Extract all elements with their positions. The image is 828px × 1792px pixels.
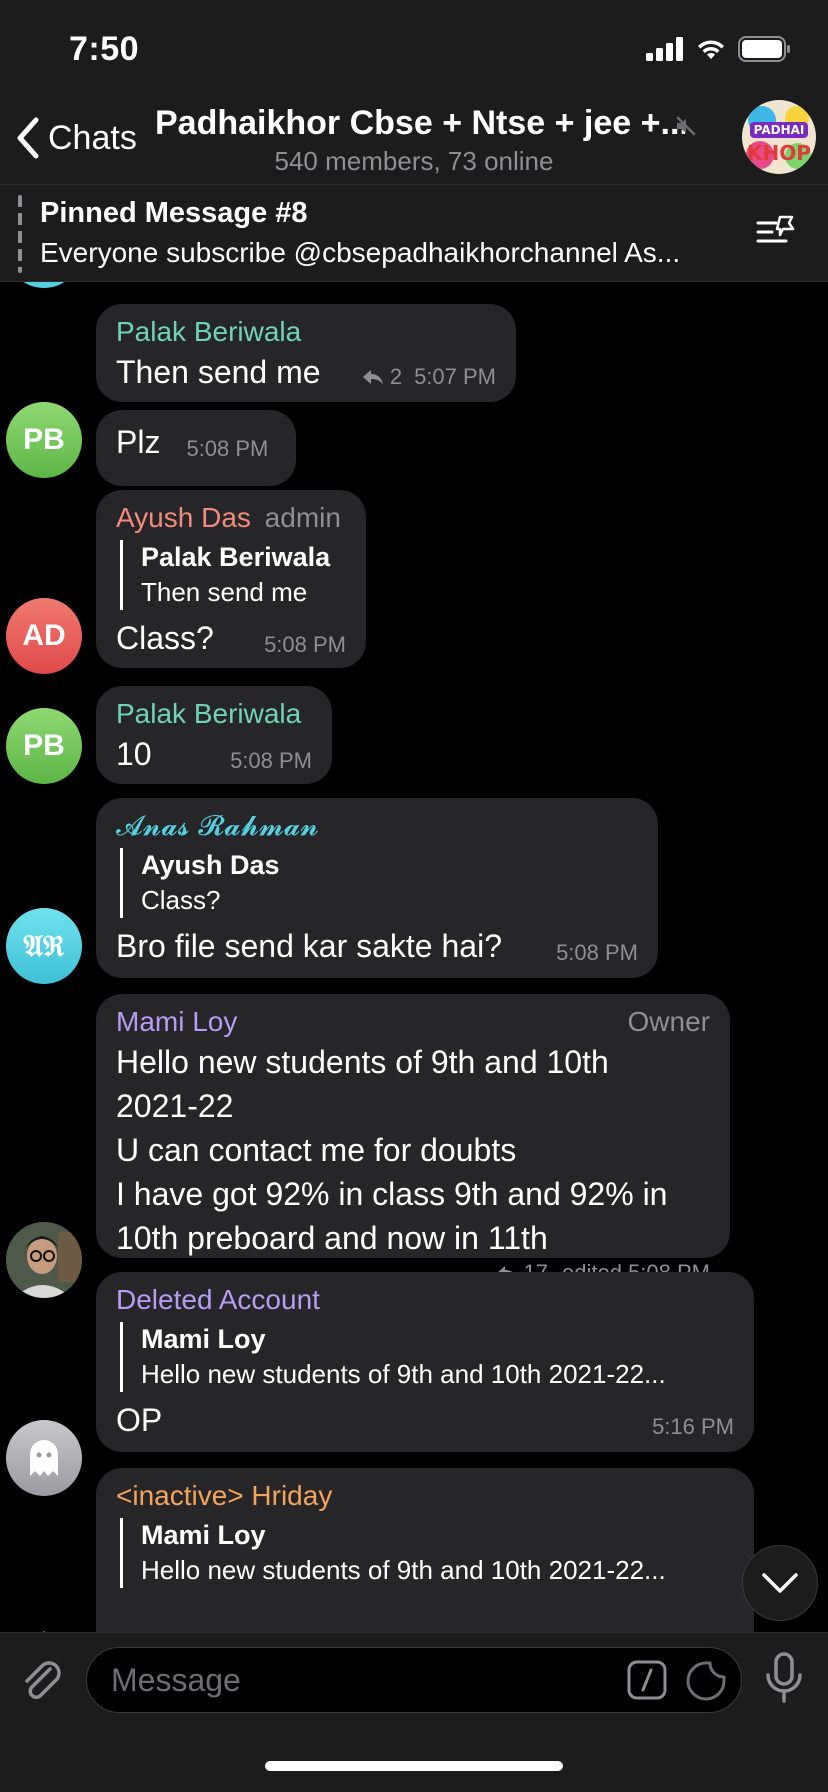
muted-icon	[676, 116, 696, 136]
message-input[interactable]	[111, 1658, 611, 1702]
sender-role: Owner	[627, 1006, 710, 1037]
sender-name[interactable]: Palak Beriwala	[116, 696, 312, 732]
svg-text:PADHAI: PADHAI	[754, 123, 805, 137]
avatar[interactable]: AD	[6, 598, 82, 674]
chat-messages[interactable]: Palak Beriwala Then send me 2 5:07 PM Pl…	[0, 282, 828, 1632]
pinned-title: Pinned Message #8	[40, 197, 308, 229]
reply-name: Mami Loy	[141, 1324, 266, 1354]
reply-count: 2	[389, 364, 403, 389]
message-meta: 2 5:07 PM	[362, 364, 496, 390]
group-avatar[interactable]: PADHAI KHOP	[742, 100, 816, 174]
reply-text: Then send me	[141, 577, 308, 607]
message-text: Bro file send kar sakte hai?	[116, 928, 502, 964]
avatar[interactable]: PB	[6, 402, 82, 478]
status-icons	[646, 36, 792, 62]
sender-name[interactable]: 𝓐𝓷𝓪𝓼 𝓡𝓪𝓱𝓶𝓪𝓷	[116, 808, 638, 844]
avatar[interactable]: 𝔄ℜ	[6, 908, 82, 984]
reply-text: Hello new students of 9th and 10th 2021-…	[141, 1359, 666, 1389]
message-input-bar	[0, 1632, 828, 1792]
status-bar: 7:50	[0, 0, 828, 100]
svg-text:KHOP: KHOP	[747, 141, 811, 165]
reply-text: Hello new students of 9th and 10th 2021-…	[141, 1555, 666, 1585]
reply-text: Class?	[141, 885, 221, 915]
cellular-signal-icon	[646, 37, 683, 61]
message-line: I have got 92% in class 9th and 92% in	[116, 1176, 668, 1212]
status-time: 7:50	[69, 30, 140, 68]
message-text: Class?	[116, 620, 214, 656]
chevron-down-icon	[762, 1573, 798, 1593]
reply-name: Ayush Das	[141, 850, 280, 880]
avatar[interactable]	[6, 1612, 82, 1632]
message-time: 5:08 PM	[556, 940, 638, 965]
ghost-icon	[30, 1440, 58, 1476]
pinned-text: Everyone subscribe @cbsepadhaikhorchanne…	[40, 237, 681, 268]
sender-name-text[interactable]: Mami Loy	[116, 1004, 237, 1040]
sender-name[interactable]: Deleted Account	[116, 1282, 734, 1318]
sender-name: Ayush Das admin	[116, 500, 346, 536]
reply-arrow-icon	[362, 370, 383, 385]
partial-avatar-icon	[43, 1631, 45, 1632]
message-bubble[interactable]: Ayush Das admin Palak Beriwala Then send…	[96, 490, 366, 668]
message-bubble[interactable]: Plz 5:08 PM	[96, 410, 296, 486]
home-indicator[interactable]	[265, 1761, 563, 1771]
message-line: 10th preboard and now in 11th	[116, 1220, 548, 1256]
message-time: 5:08 PM	[186, 436, 269, 461]
reply-preview[interactable]: Palak Beriwala Then send me	[120, 540, 346, 610]
profile-photo	[6, 1222, 82, 1298]
message-text: OP	[116, 1402, 163, 1438]
message-field[interactable]	[86, 1647, 742, 1713]
message-line: 2021-22	[116, 1088, 234, 1124]
microphone-icon[interactable]	[764, 1651, 804, 1707]
sender-name[interactable]: Palak Beriwala	[116, 314, 496, 350]
avatar	[6, 282, 82, 288]
sender-name[interactable]: <inactive> Hriday	[116, 1478, 734, 1514]
message-text: Then send me	[116, 354, 321, 390]
message-bubble[interactable]: Mami Loy Owner Hello new students of 9th…	[96, 994, 730, 1285]
pinned-list-icon[interactable]	[756, 213, 798, 249]
reply-preview[interactable]: Mami Loy Hello new students of 9th and 1…	[120, 1322, 720, 1392]
wifi-icon	[698, 40, 724, 59]
avatar[interactable]	[6, 1420, 82, 1496]
reply-name: Mami Loy	[141, 1520, 266, 1550]
message-time: 5:07 PM	[414, 364, 496, 389]
message-line: U can contact me for doubts	[116, 1132, 517, 1168]
sender-name-text[interactable]: Ayush Das	[116, 502, 251, 533]
avatar[interactable]	[6, 1222, 82, 1298]
message-bubble[interactable]: 𝓐𝓷𝓪𝓼 𝓡𝓪𝓱𝓶𝓪𝓷 Ayush Das Class? Bro file se…	[96, 798, 658, 978]
message-time: 5:08 PM	[230, 748, 312, 773]
battery-icon	[738, 36, 790, 62]
sender-name: Mami Loy Owner	[116, 1004, 710, 1040]
sender-role: admin	[264, 502, 341, 533]
reply-preview[interactable]: Ayush Das Class?	[120, 848, 638, 918]
message-bubble[interactable]: Deleted Account Mami Loy Hello new stude…	[96, 1272, 754, 1452]
scroll-to-bottom-button[interactable]	[742, 1545, 818, 1621]
group-logo-image: PADHAI KHOP	[742, 100, 816, 174]
chat-title[interactable]: Padhaikhor Cbse + Ntse + jee +...	[155, 104, 685, 143]
pinned-indicator	[18, 195, 22, 273]
reply-preview[interactable]: Mami Loy Hello new students of 9th and 1…	[120, 1518, 720, 1588]
message-text: Plz	[116, 424, 161, 460]
message-text: 10	[116, 736, 152, 772]
message-time: 5:16 PM	[652, 1414, 734, 1439]
pinned-message-bar[interactable]: Pinned Message #8 Everyone subscribe @cb…	[0, 184, 828, 282]
avatar[interactable]: PB	[6, 708, 82, 784]
bot-command-icon[interactable]	[627, 1660, 667, 1700]
message-line: Hello new students of 9th and 10th	[116, 1044, 609, 1080]
chat-subtitle: 540 members, 73 online	[274, 146, 554, 176]
message-bubble[interactable]: Palak Beriwala Then send me 2 5:07 PM	[96, 304, 516, 402]
message-bubble[interactable]: <inactive> Hriday Mami Loy Hello new stu…	[96, 1468, 754, 1632]
paperclip-icon[interactable]	[20, 1655, 64, 1705]
message-time: 5:08 PM	[264, 632, 346, 657]
sticker-icon[interactable]	[685, 1660, 727, 1702]
chat-header: Chats Padhaikhor Cbse + Ntse + jee +... …	[0, 100, 828, 184]
message-bubble[interactable]: Palak Beriwala 10 5:08 PM	[96, 686, 332, 784]
reply-name: Palak Beriwala	[141, 542, 331, 572]
